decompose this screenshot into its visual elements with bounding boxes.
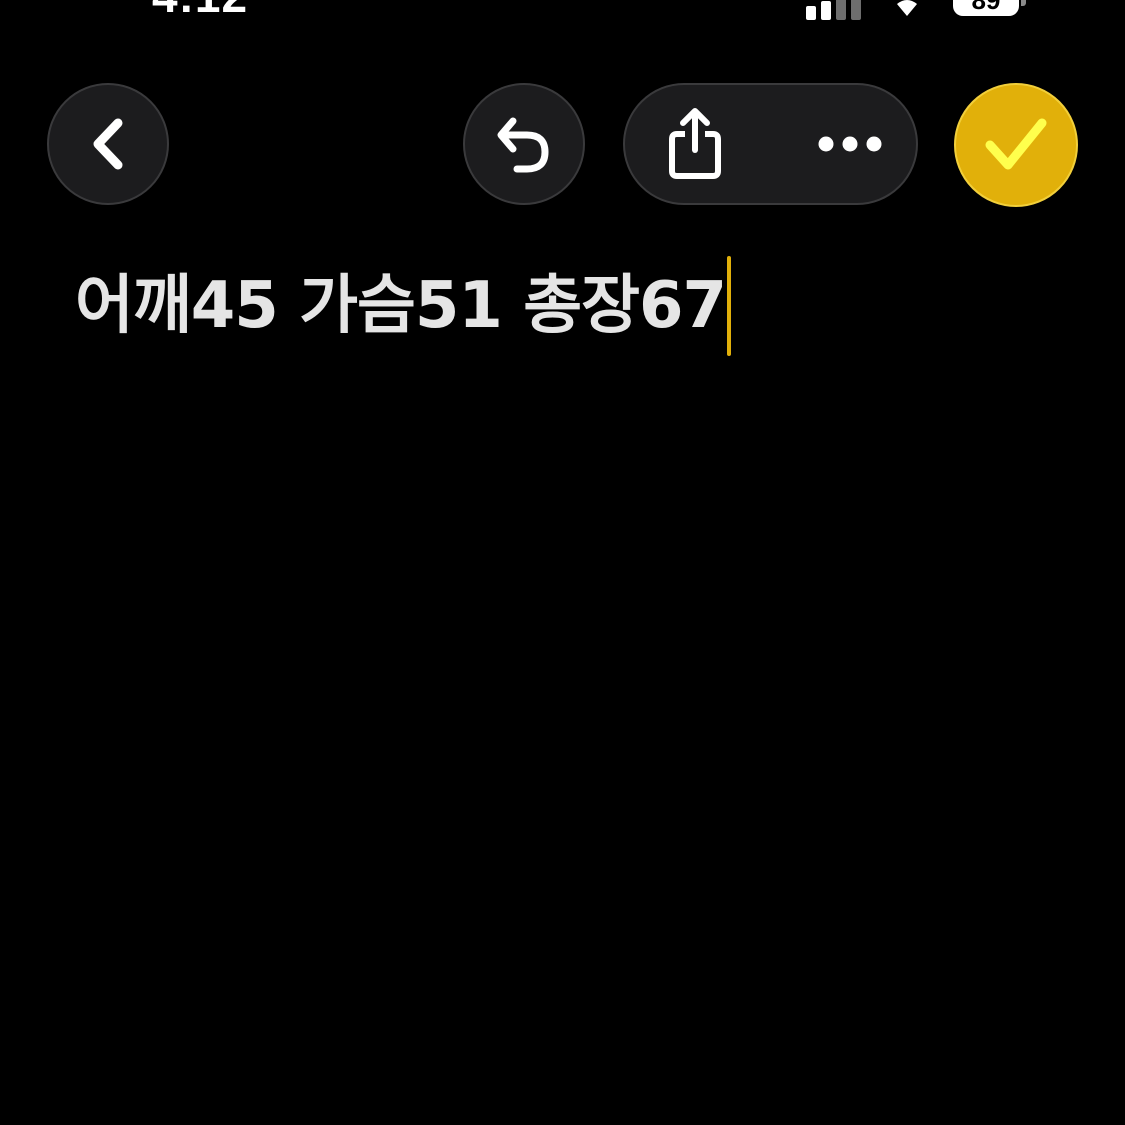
share-icon bbox=[669, 108, 721, 179]
back-button[interactable] bbox=[47, 83, 169, 205]
note-text[interactable]: 어깨45 가슴51 총장67 bbox=[75, 262, 727, 350]
chevron-left-icon bbox=[93, 118, 123, 170]
battery-level: 89 bbox=[971, 0, 1001, 15]
battery-nub bbox=[1021, 0, 1026, 6]
battery-icon: 89 bbox=[953, 0, 1019, 16]
undo-icon bbox=[497, 117, 549, 173]
share-more-group bbox=[623, 83, 918, 205]
cellular-signal-icon bbox=[806, 0, 861, 20]
notes-editor-screen: 4:12 89 bbox=[0, 0, 1125, 1125]
checkmark-icon bbox=[985, 118, 1047, 170]
share-button[interactable] bbox=[625, 85, 765, 203]
note-text-area[interactable]: 어깨45 가슴51 총장67 bbox=[75, 256, 1075, 1062]
more-button[interactable] bbox=[780, 85, 920, 203]
text-cursor bbox=[727, 256, 732, 356]
done-button[interactable] bbox=[954, 83, 1078, 207]
undo-button[interactable] bbox=[463, 83, 585, 205]
wifi-icon bbox=[897, 0, 917, 16]
status-bar: 4:12 89 bbox=[0, 0, 1125, 20]
ellipsis-icon bbox=[818, 136, 882, 152]
status-time: 4:12 bbox=[152, 0, 248, 19]
